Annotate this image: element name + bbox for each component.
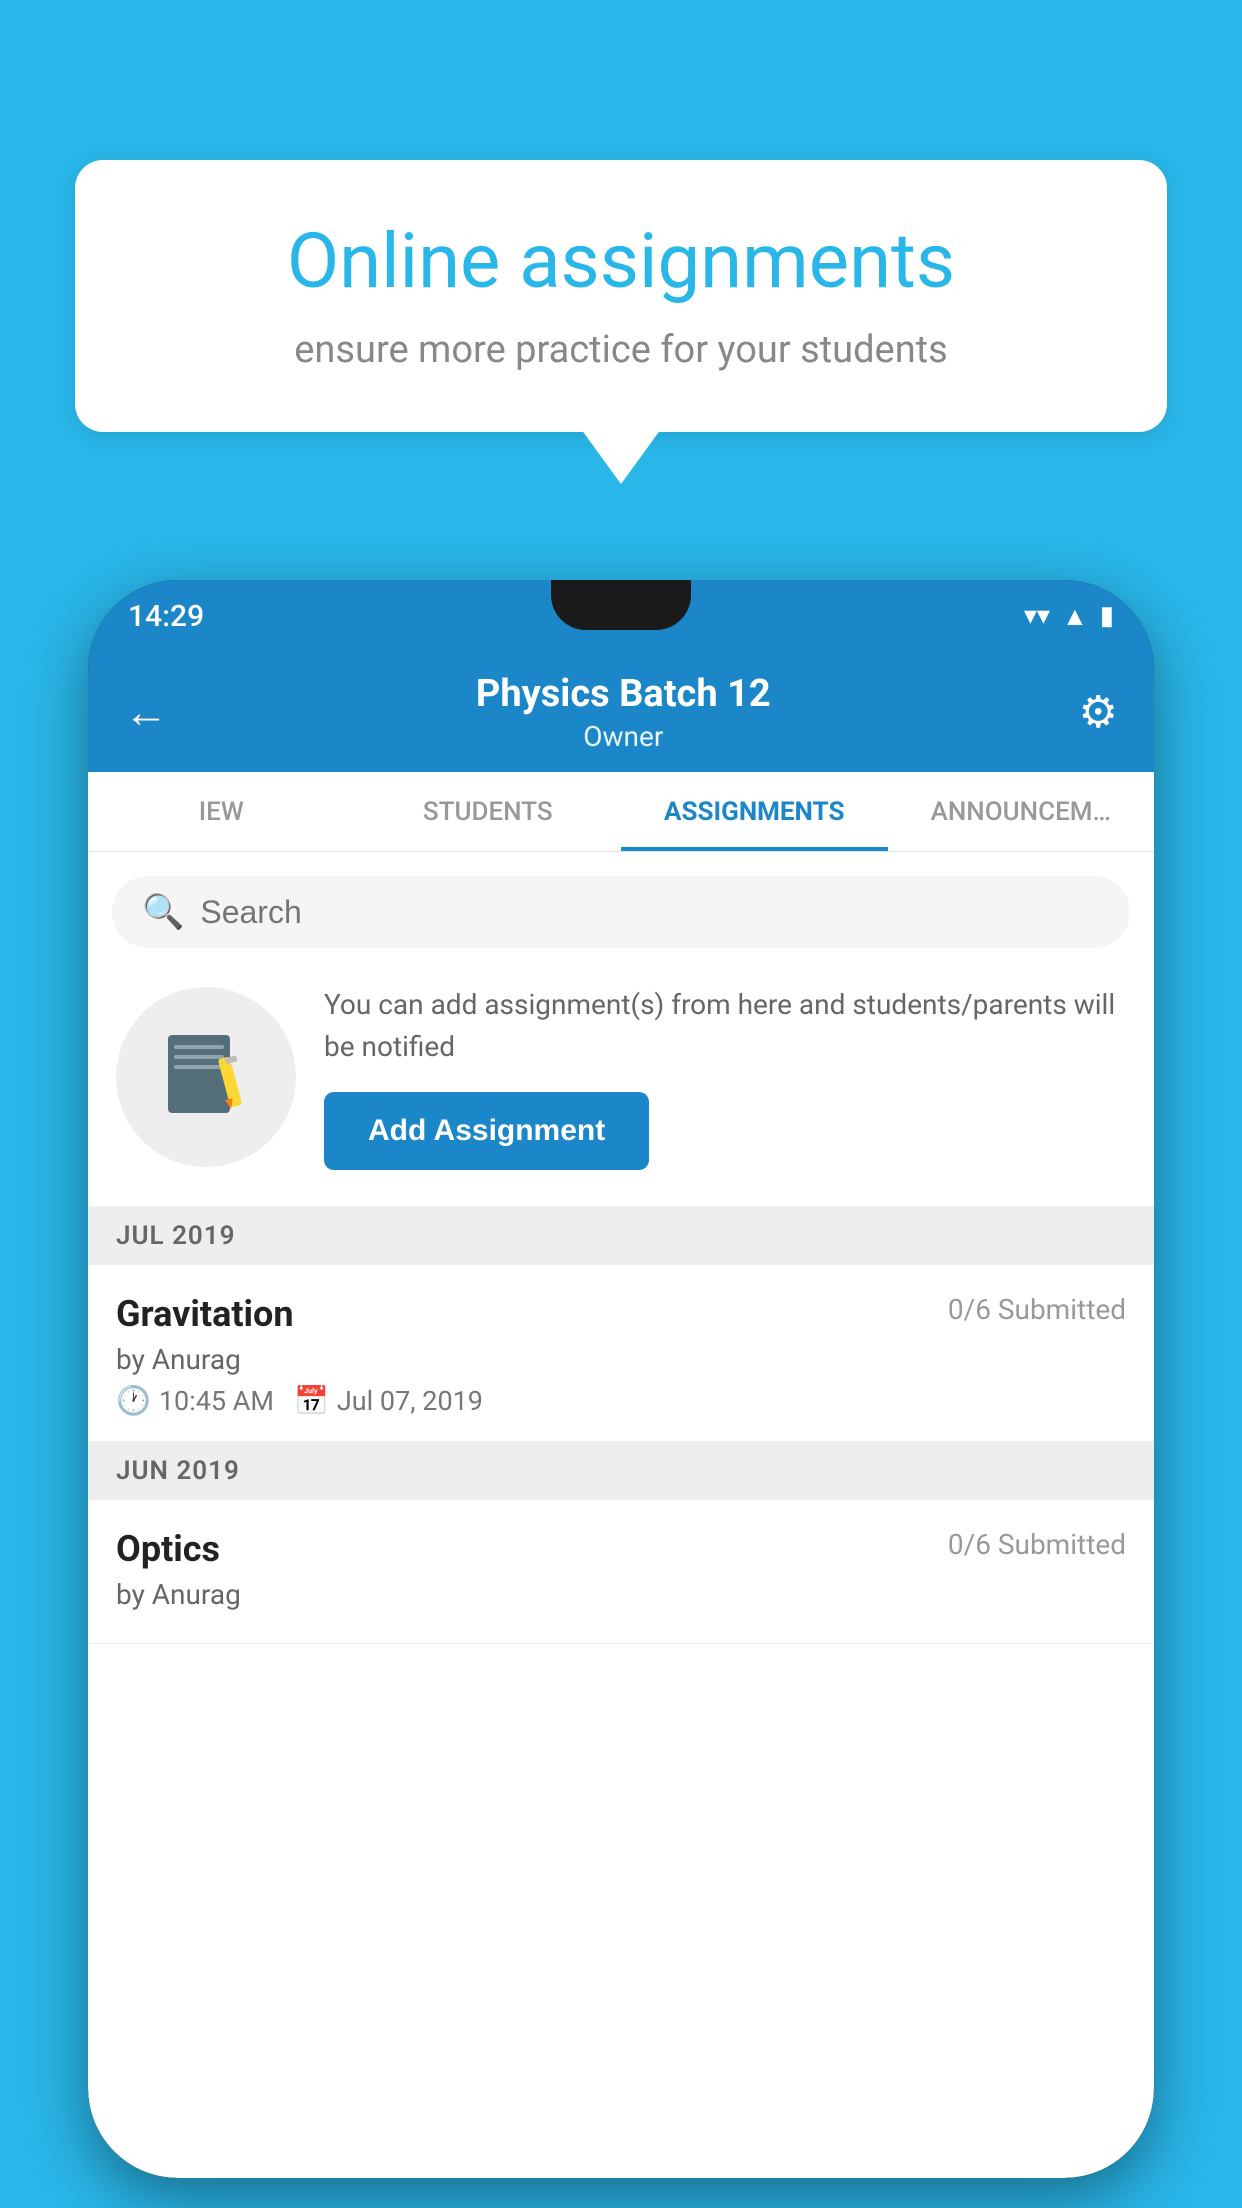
batch-title: Physics Batch 12: [476, 672, 771, 716]
section-header-jul: JUL 2019: [88, 1207, 1154, 1265]
meta-date: 📅 Jul 07, 2019: [294, 1384, 483, 1417]
status-icons: ▾▾ ▲ ▮: [1024, 601, 1114, 632]
assignment-name-optics: Optics: [116, 1528, 220, 1570]
content-area: 🔍: [88, 852, 1154, 2178]
assignment-row1: Gravitation 0/6 Submitted: [116, 1293, 1126, 1335]
notebook-icon-circle: [116, 987, 296, 1167]
speech-bubble-title: Online assignments: [145, 220, 1097, 304]
status-time: 14:29: [128, 599, 204, 634]
status-bar: 14:29 ▾▾ ▲ ▮: [88, 580, 1154, 652]
header-center: Physics Batch 12 Owner: [476, 672, 771, 753]
tab-overview[interactable]: IEW: [88, 772, 355, 851]
assignment-date: Jul 07, 2019: [337, 1385, 483, 1417]
clock-icon: 🕐: [116, 1384, 151, 1417]
add-assignment-description: You can add assignment(s) from here and …: [324, 984, 1126, 1068]
add-assignment-section: You can add assignment(s) from here and …: [88, 948, 1154, 1207]
assignment-by-optics: by Anurag: [116, 1578, 1126, 1611]
signal-icon: ▲: [1062, 601, 1088, 632]
tab-announcements[interactable]: ANNOUNCEM…: [888, 772, 1155, 851]
search-input[interactable]: [200, 894, 1100, 931]
notch: [551, 580, 691, 630]
tab-assignments[interactable]: ASSIGNMENTS: [621, 772, 888, 851]
search-bar[interactable]: 🔍: [112, 876, 1130, 948]
battery-icon: ▮: [1100, 601, 1114, 631]
add-assignment-button[interactable]: Add Assignment: [324, 1092, 649, 1170]
wifi-icon: ▾▾: [1024, 601, 1050, 631]
assignment-meta: 🕐 10:45 AM 📅 Jul 07, 2019: [116, 1384, 1126, 1417]
phone-frame: 14:29 ▾▾ ▲ ▮ ← Physics Batch 12 Owner ⚙ …: [88, 580, 1154, 2178]
speech-bubble-container: Online assignments ensure more practice …: [75, 160, 1167, 432]
notebook-icon: [156, 1027, 256, 1127]
app-header: ← Physics Batch 12 Owner ⚙: [88, 652, 1154, 772]
assignment-name: Gravitation: [116, 1293, 294, 1335]
assignment-item-optics[interactable]: Optics 0/6 Submitted by Anurag: [88, 1500, 1154, 1644]
assignment-submitted: 0/6 Submitted: [948, 1293, 1126, 1326]
section-header-jun: JUN 2019: [88, 1442, 1154, 1500]
add-assignment-right: You can add assignment(s) from here and …: [324, 984, 1126, 1170]
batch-role: Owner: [476, 720, 771, 753]
settings-icon[interactable]: ⚙: [1079, 686, 1118, 738]
assignment-row1-optics: Optics 0/6 Submitted: [116, 1528, 1126, 1570]
search-icon: 🔍: [142, 892, 184, 932]
tab-students[interactable]: STUDENTS: [355, 772, 622, 851]
speech-bubble-subtitle: ensure more practice for your students: [145, 328, 1097, 372]
assignment-item-gravitation[interactable]: Gravitation 0/6 Submitted by Anurag 🕐 10…: [88, 1265, 1154, 1442]
assignment-time: 10:45 AM: [159, 1385, 274, 1417]
back-button[interactable]: ←: [124, 686, 168, 738]
meta-time: 🕐 10:45 AM: [116, 1384, 274, 1417]
tabs-bar: IEW STUDENTS ASSIGNMENTS ANNOUNCEM…: [88, 772, 1154, 852]
speech-bubble: Online assignments ensure more practice …: [75, 160, 1167, 432]
assignment-by: by Anurag: [116, 1343, 1126, 1376]
phone-screen: 14:29 ▾▾ ▲ ▮ ← Physics Batch 12 Owner ⚙ …: [88, 580, 1154, 2178]
calendar-icon: 📅: [294, 1384, 329, 1417]
assignment-submitted-optics: 0/6 Submitted: [948, 1528, 1126, 1561]
